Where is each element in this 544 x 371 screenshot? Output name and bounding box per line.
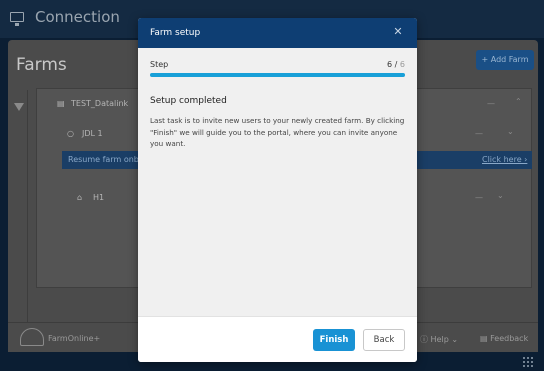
finish-button[interactable]: Finish: [313, 329, 355, 351]
datalink-status: —: [487, 99, 495, 108]
logo-text: FarmOnline+: [48, 334, 101, 343]
datalink-icon: ▤: [57, 99, 65, 108]
house-status: —: [475, 193, 483, 202]
dialog-title: Farm setup: [150, 28, 201, 38]
farmonline-logo-icon: [20, 328, 44, 346]
progress-fill: [150, 73, 405, 77]
house-label: H1: [93, 193, 105, 202]
step-total: 6: [399, 60, 405, 69]
app-title: Connection: [35, 8, 120, 26]
progress-bar: [150, 73, 405, 77]
step-indicator: Step 6 / 6: [150, 58, 405, 70]
dialog-footer: Finish Back: [138, 316, 417, 362]
farm-label: JDL 1: [82, 129, 103, 138]
help-menu[interactable]: ⓘ Help ⌄: [420, 334, 458, 345]
dialog-heading: Setup completed: [150, 96, 227, 106]
chevron-up-icon[interactable]: ⌃: [515, 97, 522, 106]
feedback-button[interactable]: ▤ Feedback: [480, 334, 528, 343]
panel-title: Farms: [16, 55, 67, 75]
chevron-down-icon[interactable]: ⌄: [507, 127, 514, 136]
datalink-label: TEST_Datalink: [71, 99, 129, 108]
step-label: Step: [150, 60, 169, 69]
chevron-down-icon[interactable]: ⌄: [497, 191, 504, 200]
monitor-icon: [10, 12, 24, 26]
farm-icon: ○: [67, 129, 74, 138]
dialog-header: Farm setup ✕: [138, 18, 417, 48]
step-separator: /: [392, 60, 400, 69]
close-icon[interactable]: ✕: [391, 25, 405, 39]
dialog-body-text: Last task is to invite new users to your…: [150, 116, 405, 148]
apps-grid-icon[interactable]: [522, 356, 534, 368]
divider: [27, 90, 28, 352]
feedback-label: Feedback: [490, 334, 529, 343]
farm-setup-dialog: Farm setup ✕ Step 6 / 6 Setup completed …: [138, 18, 417, 362]
help-label: Help: [430, 335, 449, 344]
back-button[interactable]: Back: [363, 329, 405, 351]
step-count: 6 / 6: [387, 60, 405, 69]
add-farm-button[interactable]: + Add Farm: [476, 50, 534, 70]
filter-icon[interactable]: [14, 103, 24, 111]
resume-link[interactable]: Click here ›: [482, 155, 527, 164]
farm-status: —: [475, 129, 483, 138]
house-icon: ⌂: [77, 193, 83, 202]
